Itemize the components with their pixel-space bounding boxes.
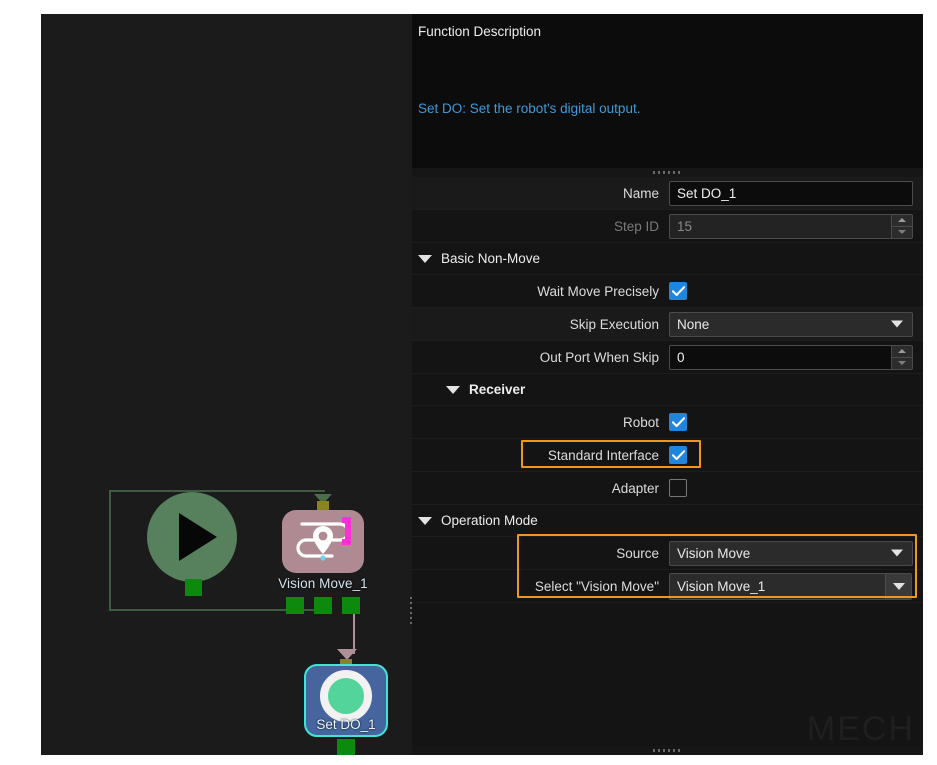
section-receiver[interactable]: Receiver — [412, 374, 923, 406]
function-description-text: Set DO: Set the robot's digital output. — [418, 101, 641, 116]
source-value: Vision Move — [677, 545, 751, 561]
dropdown-arrow-button[interactable] — [885, 573, 911, 599]
wait-move-precisely-checkbox[interactable] — [669, 282, 687, 300]
source-label: Source — [616, 545, 659, 561]
section-operation-mode[interactable]: Operation Mode — [412, 505, 923, 537]
standard-interface-label: Standard Interface — [547, 447, 659, 463]
set-do-icon — [320, 670, 372, 722]
row-out-port-when-skip: Out Port When Skip — [412, 341, 923, 374]
flowchart-canvas[interactable]: Vision Move_1 Set DO_1 — [41, 14, 412, 755]
source-dropdown[interactable]: Vision Move — [669, 540, 913, 566]
chevron-down-icon[interactable] — [418, 254, 432, 263]
start-node-output-port[interactable] — [185, 579, 202, 596]
section-basic-non-move-label: Basic Non-Move — [441, 251, 541, 266]
vision-move-output-port-3[interactable] — [342, 597, 360, 614]
select-vision-move-value: Vision Move_1 — [677, 578, 766, 594]
property-rows: Name Step ID — [412, 177, 923, 603]
out-port-stepper — [669, 344, 913, 370]
section-basic-non-move[interactable]: Basic Non-Move — [412, 243, 923, 275]
skip-execution-dropdown[interactable]: None — [669, 311, 913, 337]
check-icon — [671, 285, 685, 296]
row-step-id: Step ID — [412, 210, 923, 243]
check-icon — [671, 449, 685, 460]
caret-up-icon — [898, 349, 906, 353]
properties-panel: Function Description Set DO: Set the rob… — [412, 14, 923, 755]
row-wait-move-precisely: Wait Move Precisely — [412, 275, 923, 308]
play-icon — [178, 513, 217, 561]
chevron-down-icon — [891, 320, 903, 328]
wire-vision-move-to-set-do — [341, 614, 355, 654]
skip-execution-value: None — [677, 316, 710, 332]
vision-move-icon — [296, 517, 351, 561]
step-id-spin-buttons — [891, 213, 913, 239]
set-do-node[interactable]: Set DO_1 — [304, 664, 388, 737]
check-icon — [671, 416, 685, 427]
function-description-title: Function Description — [418, 24, 542, 39]
vision-move-output-ports[interactable] — [282, 597, 364, 614]
caret-up-icon — [898, 218, 906, 222]
row-standard-interface: Standard Interface — [412, 439, 923, 472]
vision-move-output-port-1[interactable] — [286, 597, 304, 614]
out-port-spin-up-button[interactable] — [892, 345, 912, 358]
step-id-stepper — [669, 213, 913, 239]
robot-checkbox[interactable] — [669, 413, 687, 431]
name-input[interactable] — [669, 180, 913, 206]
horizontal-splitter-top[interactable] — [412, 168, 923, 177]
row-skip-execution: Skip Execution None — [412, 308, 923, 341]
app-root: Vision Move_1 Set DO_1 Function Descript… — [0, 0, 937, 765]
set-do-node-label: Set DO_1 — [316, 717, 376, 732]
chevron-down-icon[interactable] — [446, 385, 460, 394]
select-vision-move-dropdown[interactable]: Vision Move_1 — [669, 572, 912, 600]
skip-execution-label: Skip Execution — [569, 316, 659, 332]
out-port-when-skip-label: Out Port When Skip — [539, 349, 659, 365]
loop-wire-top — [311, 490, 325, 492]
out-port-spin-buttons — [891, 344, 913, 370]
start-node[interactable] — [147, 492, 237, 582]
function-description-section: Function Description Set DO: Set the rob… — [412, 14, 923, 168]
horizontal-splitter-bottom[interactable] — [412, 746, 923, 755]
robot-label: Robot — [622, 414, 659, 430]
splitter-grip-icon — [652, 749, 683, 752]
caret-down-icon — [898, 361, 906, 365]
step-id-spin-down-button — [892, 226, 912, 238]
row-robot: Robot — [412, 406, 923, 439]
set-do-output-port[interactable] — [337, 739, 355, 755]
standard-interface-checkbox[interactable] — [669, 446, 687, 464]
watermark: MECH — [806, 710, 915, 748]
vision-move-output-port-2[interactable] — [314, 597, 332, 614]
step-id-spin-up-button — [892, 214, 912, 227]
vision-move-node-label: Vision Move_1 — [278, 576, 368, 591]
row-adapter: Adapter — [412, 472, 923, 505]
caret-down-icon — [898, 230, 906, 234]
step-id-input — [669, 213, 891, 239]
chevron-down-icon — [891, 549, 903, 557]
vision-move-node[interactable] — [282, 510, 364, 573]
row-source: Source Vision Move — [412, 537, 923, 570]
chevron-down-icon — [892, 582, 905, 590]
chevron-down-icon[interactable] — [418, 516, 432, 525]
row-select-vision-move: Select "Vision Move" Vision Move_1 — [412, 570, 923, 603]
out-port-input[interactable] — [669, 344, 891, 370]
wait-move-precisely-label: Wait Move Precisely — [537, 283, 659, 299]
adapter-checkbox[interactable] — [669, 479, 687, 497]
section-operation-mode-label: Operation Mode — [441, 513, 538, 528]
row-name: Name — [412, 177, 923, 210]
name-label: Name — [622, 185, 659, 201]
out-port-spin-down-button[interactable] — [892, 357, 912, 369]
adapter-label: Adapter — [611, 480, 659, 496]
select-vision-move-label: Select "Vision Move" — [534, 578, 659, 594]
splitter-grip-icon — [652, 171, 683, 174]
step-id-label: Step ID — [613, 218, 659, 234]
section-receiver-label: Receiver — [469, 382, 526, 397]
